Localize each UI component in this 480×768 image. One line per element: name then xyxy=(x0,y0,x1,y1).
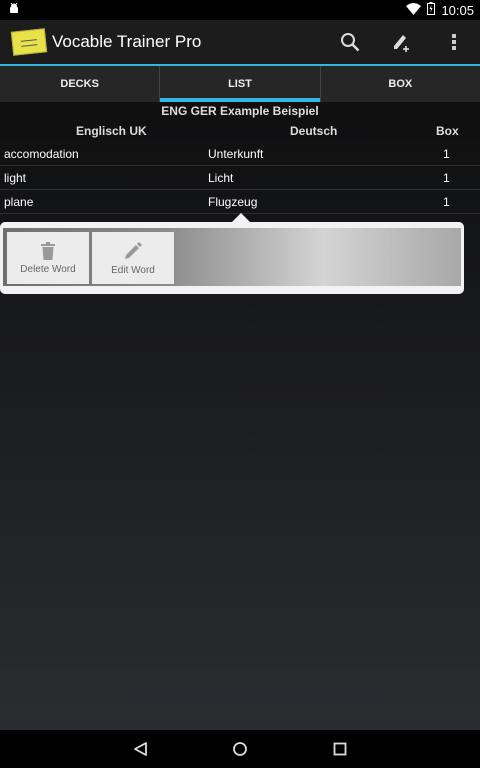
status-bar: 10:05 xyxy=(0,0,480,20)
quick-action-popup: Delete Word Edit Word xyxy=(0,222,464,294)
pencil-icon xyxy=(125,241,142,259)
app-title: Vocable Trainer Pro xyxy=(52,32,202,51)
app-icon[interactable] xyxy=(10,28,48,56)
table-row[interactable]: accomodation Unterkunft 1 xyxy=(0,142,480,166)
search-icon xyxy=(341,33,360,52)
tab-list[interactable]: LIST xyxy=(159,66,320,102)
action-bar: Vocable Trainer Pro xyxy=(0,20,480,64)
search-button[interactable] xyxy=(324,20,376,64)
column-header-target[interactable]: Deutsch xyxy=(290,124,337,138)
android-icon xyxy=(8,2,20,18)
edit-word-label: Edit Word xyxy=(111,264,155,276)
tab-box[interactable]: BOX xyxy=(319,66,480,102)
trash-icon xyxy=(41,241,55,260)
row-term: light xyxy=(4,171,27,185)
row-translation: Unterkunft xyxy=(208,147,264,161)
popup-track: Delete Word Edit Word xyxy=(3,228,461,286)
navigation-bar xyxy=(0,730,480,768)
column-header-source[interactable]: Englisch UK xyxy=(76,124,147,138)
recents-icon xyxy=(333,742,347,756)
row-term: accomodation xyxy=(4,147,79,161)
row-box: 1 xyxy=(443,171,450,185)
home-icon xyxy=(233,742,247,756)
column-header-box[interactable]: Box xyxy=(436,124,459,138)
overflow-menu-button[interactable] xyxy=(428,20,480,64)
table-row[interactable]: plane Flugzeug 1 xyxy=(0,190,480,214)
row-box: 1 xyxy=(443,147,450,161)
deck-title: ENG GER Example Beispiel xyxy=(161,104,319,118)
row-translation: Flugzeug xyxy=(208,195,258,209)
add-word-button[interactable] xyxy=(376,20,428,64)
tab-decks[interactable]: DECKS xyxy=(0,66,159,102)
battery-icon xyxy=(427,2,436,18)
delete-word-label: Delete Word xyxy=(20,263,76,275)
status-time: 10:05 xyxy=(441,2,474,18)
delete-word-button[interactable]: Delete Word xyxy=(7,232,89,284)
home-button[interactable] xyxy=(190,730,290,768)
row-translation: Licht xyxy=(208,171,234,185)
add-word-icon xyxy=(394,35,409,52)
back-icon xyxy=(134,742,147,756)
edit-word-button[interactable]: Edit Word xyxy=(92,232,174,284)
tab-bar: DECKS LIST BOX xyxy=(0,66,480,103)
back-button[interactable] xyxy=(90,730,190,768)
overflow-menu-icon xyxy=(452,34,456,50)
row-term: plane xyxy=(4,195,34,209)
popup-arrow xyxy=(232,213,250,222)
recents-button[interactable] xyxy=(290,730,390,768)
row-box: 1 xyxy=(443,195,450,209)
table-row[interactable]: light Licht 1 xyxy=(0,166,480,190)
wifi-icon xyxy=(406,2,422,18)
